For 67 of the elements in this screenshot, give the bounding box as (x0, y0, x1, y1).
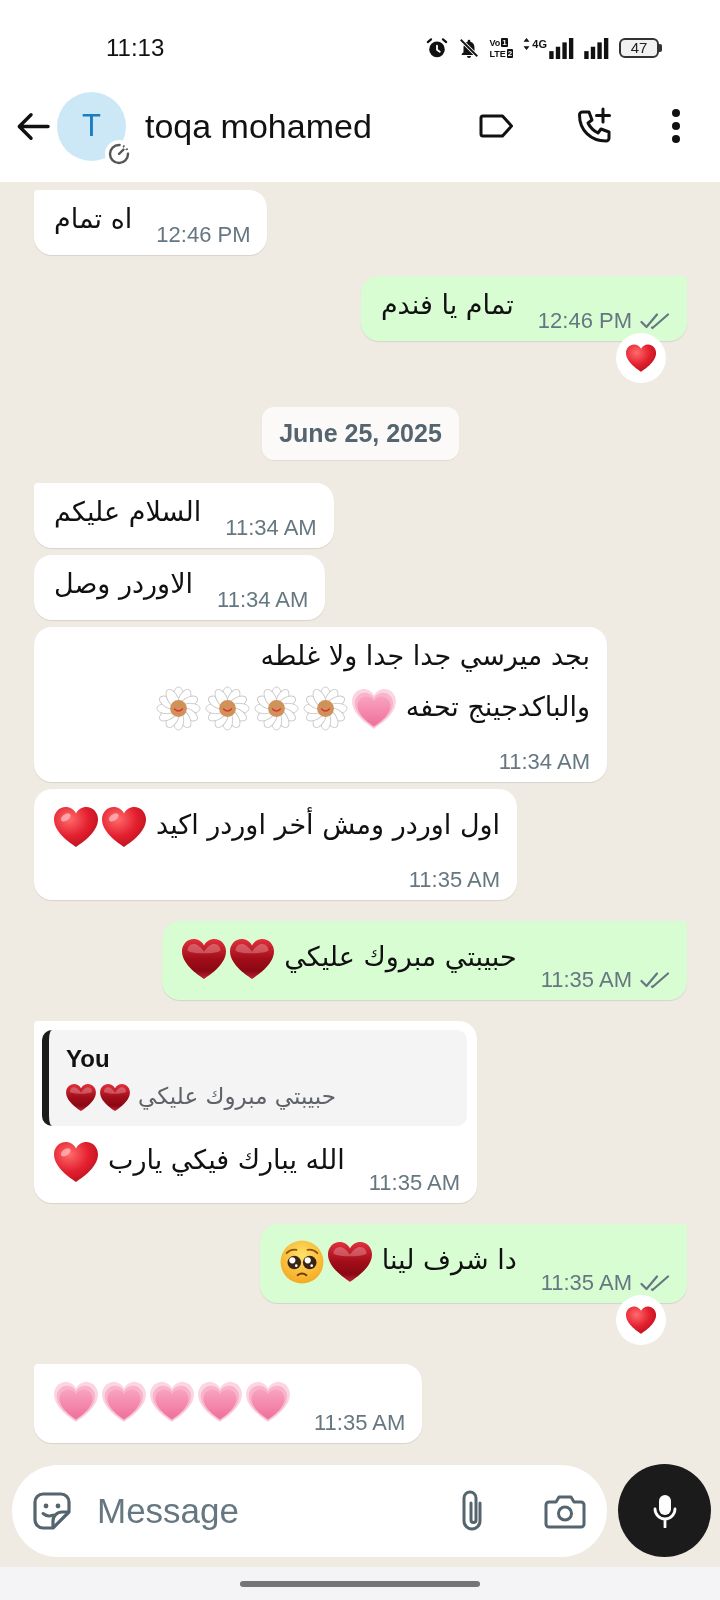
signal-icon (549, 37, 574, 59)
timer-icon (105, 139, 133, 168)
network-type: 4G (532, 37, 547, 50)
heart-icon (150, 1381, 194, 1422)
message-time: 11:34 AM (225, 515, 317, 541)
phone-plus-icon[interactable] (575, 107, 613, 145)
heart-icon (54, 1141, 98, 1182)
signal-icon (584, 37, 609, 59)
heart-icon (351, 688, 396, 729)
back-arrow-icon[interactable] (16, 111, 50, 141)
microphone-icon (652, 1493, 677, 1528)
volte-label: LTE (489, 48, 506, 59)
message-text: الاوردر وصل (54, 568, 194, 599)
message-text: حبيبتي مبروك عليكي (284, 941, 517, 972)
heart-icon (102, 1381, 146, 1422)
sim-number: 2 (506, 49, 514, 58)
flower-icon (253, 686, 299, 731)
message-text: حبيبتي مبروك عليكي (138, 1083, 336, 1109)
pleading-face-icon (279, 1239, 324, 1284)
message-input[interactable]: Message (97, 1485, 439, 1536)
data-arrows-icon (523, 37, 531, 50)
sim-number: 1 (501, 38, 508, 47)
muted-bell-icon (457, 37, 480, 59)
message-text: تمام يا فندم (380, 289, 514, 320)
message-text: اه تمام (54, 203, 133, 234)
heart-icon (327, 1241, 372, 1282)
flower-icon (155, 686, 201, 731)
heart-icon (246, 1381, 290, 1422)
heart-icon (66, 1084, 96, 1111)
message-time: 11:35 AM (408, 867, 501, 893)
heart-icon (54, 806, 98, 847)
heart-reaction-icon[interactable] (616, 1295, 666, 1345)
message-time: 11:35 AM (314, 1410, 406, 1436)
volte-label: Vo (489, 37, 501, 48)
flower-icon (204, 686, 250, 731)
message-time: 11:34 AM (217, 587, 309, 613)
heart-icon (198, 1381, 242, 1422)
message-time: 11:35 AM (368, 1170, 461, 1196)
label-icon[interactable] (479, 113, 515, 139)
home-indicator[interactable] (240, 1580, 480, 1587)
flower-icon (302, 686, 348, 731)
heart-icon (54, 1381, 98, 1422)
message-time: 11:35 AM (540, 1270, 632, 1296)
message-text: السلام عليكم (54, 496, 202, 527)
more-options-icon[interactable] (672, 109, 680, 143)
alarm-icon (425, 37, 448, 59)
message-text: الله يبارك فيكي يارب (108, 1144, 345, 1175)
message-time: 11:34 AM (498, 749, 590, 775)
heart-icon (102, 806, 146, 847)
quote-author: You (66, 1044, 111, 1074)
status-time: 11:13 (106, 33, 165, 63)
heart-icon (100, 1084, 130, 1111)
heart-reaction-icon[interactable] (616, 333, 666, 383)
date-label: June 25, 2025 (262, 407, 459, 460)
battery-percent: 47 (630, 40, 648, 56)
message-text: دا شرف لينا (381, 1244, 517, 1275)
message-time: 12:46 PM (156, 222, 251, 248)
heart-icon (182, 938, 227, 979)
message-text: اول اوردر ومش أخر اوردر اكيد (156, 809, 501, 840)
message-time: 11:35 AM (540, 967, 632, 993)
message-text: والباكدجينج تحفه (405, 691, 590, 722)
sticker-icon[interactable] (32, 1490, 72, 1531)
message-text: بجد ميرسي جدا جدا ولا غلطه (260, 640, 590, 671)
message-field[interactable]: Message (12, 1464, 607, 1557)
heart-icon (230, 938, 275, 979)
message-time: 12:46 PM (537, 308, 632, 334)
contact-name[interactable]: toqa mohamed (145, 106, 372, 146)
